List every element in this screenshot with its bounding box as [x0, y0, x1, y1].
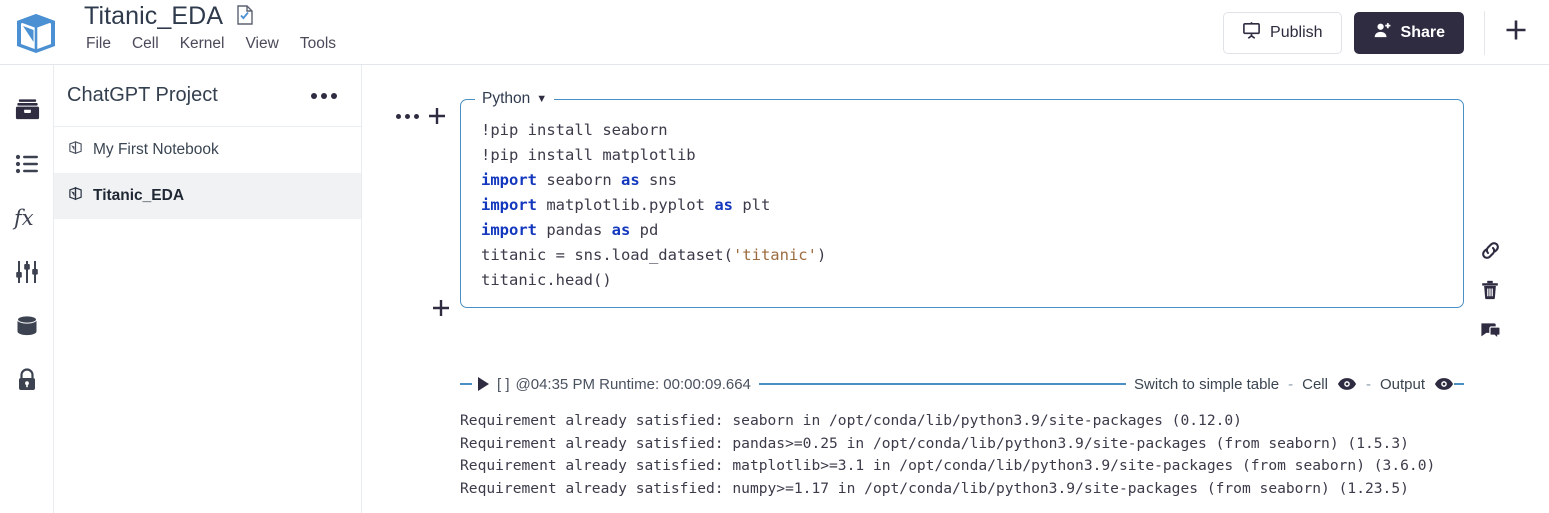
share-button[interactable]: Share [1353, 11, 1464, 54]
cell-visibility-label: Cell [1302, 375, 1328, 393]
eye-icon [1434, 378, 1454, 390]
page-title-row: Titanic_EDA [84, 2, 336, 30]
cell-language-label: Python [482, 90, 531, 107]
notebook-logo-icon [17, 14, 55, 53]
cell-execution-count: [ ] [497, 375, 510, 393]
notebook-icon [68, 140, 83, 160]
top-bar: Titanic_EDA File Cell Kernel View Tools [0, 0, 1549, 65]
chevron-down-icon: ▼ [536, 92, 548, 105]
cell-output: Requirement already satisfied: seaborn i… [460, 412, 1436, 497]
output-visibility-toggle[interactable] [1434, 377, 1454, 391]
code-line: !pip install seaborn [481, 121, 668, 139]
notebook-item-label: My First Notebook [93, 141, 219, 158]
add-new-button[interactable] [1501, 18, 1531, 48]
run-cell-button[interactable] [478, 377, 489, 391]
code-cell: Python ▼ !pip install seaborn !pip instal… [460, 90, 1464, 308]
ellipsis-icon [396, 113, 401, 119]
link-chain-icon [1481, 241, 1499, 259]
trash-icon [1482, 280, 1498, 300]
presentation-screen-icon [1242, 21, 1261, 45]
project-name: ChatGPT Project [67, 84, 218, 106]
notebook-item-label: Titanic_EDA [93, 187, 185, 204]
separator-dash: - [1365, 375, 1371, 393]
page-title: Titanic_EDA [84, 2, 224, 30]
share-label: Share [1400, 23, 1445, 41]
plus-icon [1503, 17, 1529, 48]
sidebar-icon-outline[interactable] [0, 139, 54, 193]
sidebar-icon-formula[interactable]: fx [0, 193, 54, 247]
file-box-icon [14, 96, 41, 128]
notebook-item-my-first-notebook[interactable]: My First Notebook [54, 127, 361, 173]
copy-link-button[interactable] [1477, 237, 1503, 263]
lock-icon [14, 367, 40, 398]
cell-side-tools [1477, 237, 1503, 343]
app-logo[interactable] [10, 6, 62, 58]
svg-text:fx: fx [12, 206, 34, 230]
project-panel-header: ChatGPT Project [54, 65, 361, 127]
comment-icon [1480, 322, 1501, 340]
cell-status-bar: [ ] @04:35 PM Runtime: 00:00:09.664 Swit… [460, 370, 1464, 398]
code-line: titanic.head() [481, 271, 612, 289]
notebook-app: Titanic_EDA File Cell Kernel View Tools [0, 0, 1549, 513]
cell-gutter-controls [396, 105, 448, 127]
menu-bar: File Cell Kernel View Tools [84, 35, 336, 53]
delete-cell-button[interactable] [1477, 277, 1503, 303]
cell-status-actions: Switch to simple table - Cell - Output [1134, 376, 1454, 393]
list-settings-icon [14, 151, 40, 182]
plus-icon [433, 300, 449, 316]
switch-to-simple-table-button[interactable]: Switch to simple table [1134, 376, 1279, 393]
top-bar-actions: Publish Share [1223, 0, 1549, 65]
code-line: !pip install matplotlib [481, 146, 696, 164]
code-line: import pandas as pd [481, 221, 659, 239]
menu-view[interactable]: View [246, 35, 279, 53]
project-panel: ChatGPT Project My First Notebook Titani… [54, 65, 362, 513]
code-line: titanic = sns.load_dataset('titanic') [481, 246, 827, 264]
sidebar-icon-data[interactable] [0, 301, 54, 355]
person-plus-icon [1373, 21, 1392, 45]
icon-rail: fx [0, 65, 54, 513]
code-line: import matplotlib.pyplot as plt [481, 196, 771, 214]
toolbar-divider [1484, 10, 1485, 55]
separator-dash: - [1288, 375, 1294, 393]
project-more-button[interactable] [309, 87, 339, 105]
database-icon [14, 313, 40, 344]
output-visibility-label: Output [1379, 375, 1425, 393]
cell-language-selector[interactable]: Python ▼ [475, 90, 554, 108]
add-cell-below-button[interactable] [430, 297, 452, 324]
cell-visibility-toggle[interactable] [1337, 377, 1357, 391]
code-editor[interactable]: !pip install seaborn !pip install matplot… [461, 108, 1463, 307]
menu-cell[interactable]: Cell [132, 35, 159, 53]
title-block: Titanic_EDA File Cell Kernel View Tools [84, 2, 336, 53]
publish-label: Publish [1270, 23, 1323, 41]
eye-icon [1337, 378, 1357, 390]
ellipsis-icon [311, 92, 317, 99]
document-check-icon [236, 4, 253, 30]
cell-more-button[interactable] [396, 113, 419, 119]
menu-tools[interactable]: Tools [300, 35, 336, 53]
menu-file[interactable]: File [86, 35, 111, 53]
cell-runtime-label: @04:35 PM Runtime: 00:00:09.664 [515, 375, 751, 393]
notebook-canvas: Python ▼ !pip install seaborn !pip instal… [362, 65, 1549, 513]
sidebar-icon-parameters[interactable] [0, 247, 54, 301]
plus-icon [429, 108, 445, 124]
sliders-icon [14, 259, 40, 290]
publish-button[interactable]: Publish [1223, 11, 1342, 54]
add-cell-above-button[interactable] [426, 105, 448, 127]
notebook-icon [68, 186, 83, 206]
comment-button[interactable] [1477, 317, 1503, 343]
code-line: import seaborn as sns [481, 171, 677, 189]
menu-kernel[interactable]: Kernel [180, 35, 225, 53]
sidebar-icon-secrets[interactable] [0, 355, 54, 409]
sidebar-icon-files[interactable] [0, 85, 54, 139]
fx-icon: fx [12, 203, 42, 238]
notebook-item-titanic-eda[interactable]: Titanic_EDA [54, 173, 361, 219]
